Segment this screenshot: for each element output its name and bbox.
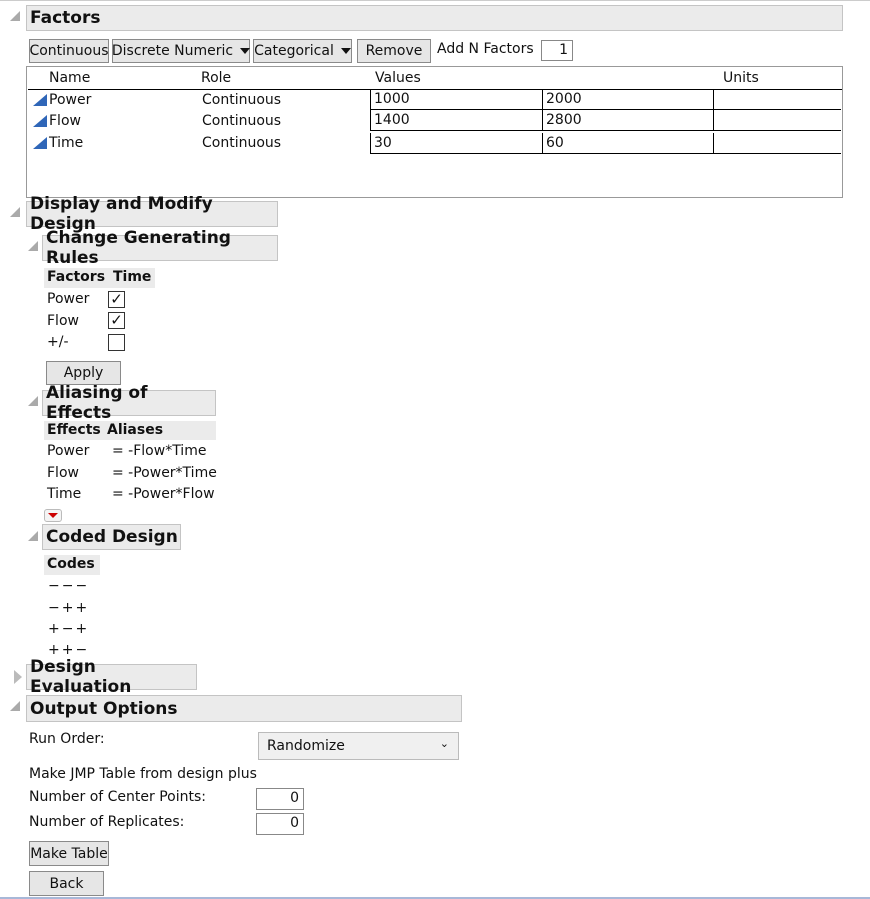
low-value[interactable]: 1000 bbox=[370, 89, 542, 110]
high-value[interactable]: 2800 bbox=[542, 110, 714, 131]
aliasing-header[interactable]: Aliasing of Effects bbox=[42, 383, 216, 423]
col-values: Values bbox=[375, 70, 421, 86]
alias: = -Power*Flow bbox=[112, 486, 215, 502]
factor-role: Continuous bbox=[202, 113, 282, 129]
high-value[interactable]: 2000 bbox=[542, 89, 714, 110]
low-value[interactable]: 30 bbox=[370, 133, 542, 154]
col-factors: Factors bbox=[47, 269, 106, 285]
col-aliases: Aliases bbox=[107, 422, 164, 438]
rule-label: +/- bbox=[47, 334, 69, 350]
categorical-label: Categorical bbox=[254, 43, 334, 59]
categorical-button[interactable]: Categorical bbox=[253, 39, 352, 63]
power-time-checkbox[interactable]: ✓ bbox=[108, 291, 125, 308]
rule-label: Power bbox=[47, 291, 90, 307]
red-triangle-menu-button[interactable] bbox=[44, 509, 62, 522]
display-modify-header[interactable]: Display and Modify Design bbox=[26, 194, 278, 234]
factor-name[interactable]: Time bbox=[49, 135, 83, 151]
factor-role: Continuous bbox=[202, 135, 282, 151]
sign-time-checkbox[interactable] bbox=[108, 334, 125, 351]
design-evaluation-header[interactable]: Design Evaluation bbox=[26, 657, 197, 697]
run-order-value: Randomize bbox=[267, 738, 345, 754]
make-table-button[interactable]: Make Table bbox=[29, 841, 109, 866]
add-n-factors-label: Add N Factors bbox=[437, 41, 534, 57]
remove-button[interactable]: Remove bbox=[357, 39, 431, 63]
generating-rules-header[interactable]: Change Generating Rules bbox=[42, 228, 278, 268]
add-n-factors-input[interactable]: 1 bbox=[541, 40, 573, 61]
high-value[interactable]: 60 bbox=[542, 133, 714, 154]
replicates-label: Number of Replicates: bbox=[29, 814, 185, 830]
col-role: Role bbox=[201, 70, 232, 86]
flow-time-checkbox[interactable]: ✓ bbox=[108, 312, 125, 329]
units-value[interactable] bbox=[713, 89, 841, 110]
units-value[interactable] bbox=[713, 110, 841, 131]
continuous-button[interactable]: Continuous bbox=[29, 39, 109, 63]
factor-name[interactable]: Flow bbox=[49, 113, 81, 129]
collapse-factors-icon[interactable] bbox=[10, 11, 20, 21]
collapse-coded-icon[interactable] bbox=[28, 531, 38, 541]
col-time: Time bbox=[113, 269, 152, 285]
aliasing-table-header: Effects Aliases bbox=[44, 421, 216, 440]
collapse-aliasing-icon[interactable] bbox=[28, 396, 38, 406]
collapse-output-icon[interactable] bbox=[10, 701, 20, 711]
continuous-factor-icon bbox=[33, 94, 47, 106]
effect: Time bbox=[47, 486, 82, 502]
collapse-rules-icon[interactable] bbox=[28, 241, 38, 251]
alias: = -Flow*Time bbox=[112, 443, 207, 459]
apply-button[interactable]: Apply bbox=[46, 361, 121, 385]
run-order-label: Run Order: bbox=[29, 731, 105, 747]
factor-role: Continuous bbox=[202, 92, 282, 108]
factors-header[interactable]: Factors bbox=[26, 5, 843, 31]
rules-table-header: Factors Time bbox=[44, 268, 155, 288]
effect: Flow bbox=[47, 465, 79, 481]
run-order-select[interactable]: Randomize ⌄ bbox=[258, 732, 459, 760]
low-value[interactable]: 1400 bbox=[370, 110, 542, 131]
output-options-header[interactable]: Output Options bbox=[26, 695, 462, 722]
col-effects: Effects bbox=[47, 422, 101, 438]
coded-design-header[interactable]: Coded Design bbox=[42, 524, 181, 550]
continuous-factor-icon bbox=[33, 137, 47, 149]
effect: Power bbox=[47, 443, 90, 459]
factor-name[interactable]: Power bbox=[49, 92, 91, 108]
rule-label: Flow bbox=[47, 313, 79, 329]
replicates-input[interactable]: 0 bbox=[256, 813, 304, 835]
collapse-display-icon[interactable] bbox=[10, 207, 20, 217]
chevron-down-icon: ⌄ bbox=[439, 737, 449, 750]
units-value[interactable] bbox=[713, 133, 841, 154]
col-name: Name bbox=[49, 70, 91, 86]
red-triangle-icon bbox=[48, 513, 58, 518]
code-row: +−+ bbox=[48, 621, 90, 637]
make-table-text: Make JMP Table from design plus bbox=[29, 766, 257, 782]
factors-table: Name Role Values Units bbox=[26, 66, 843, 198]
expand-evaluation-icon[interactable] bbox=[14, 670, 22, 684]
code-row: −−− bbox=[48, 578, 90, 594]
discrete-numeric-label: Discrete Numeric bbox=[111, 43, 234, 59]
center-points-input[interactable]: 0 bbox=[256, 788, 304, 810]
col-units: Units bbox=[723, 70, 759, 86]
continuous-factor-icon bbox=[33, 115, 47, 127]
alias: = -Power*Time bbox=[112, 465, 217, 481]
col-codes: Codes bbox=[44, 555, 100, 575]
back-button[interactable]: Back bbox=[29, 871, 104, 896]
center-points-label: Number of Center Points: bbox=[29, 789, 206, 805]
code-row: −++ bbox=[48, 600, 90, 616]
discrete-numeric-button[interactable]: Discrete Numeric bbox=[112, 39, 250, 63]
code-row: ++− bbox=[48, 642, 90, 658]
